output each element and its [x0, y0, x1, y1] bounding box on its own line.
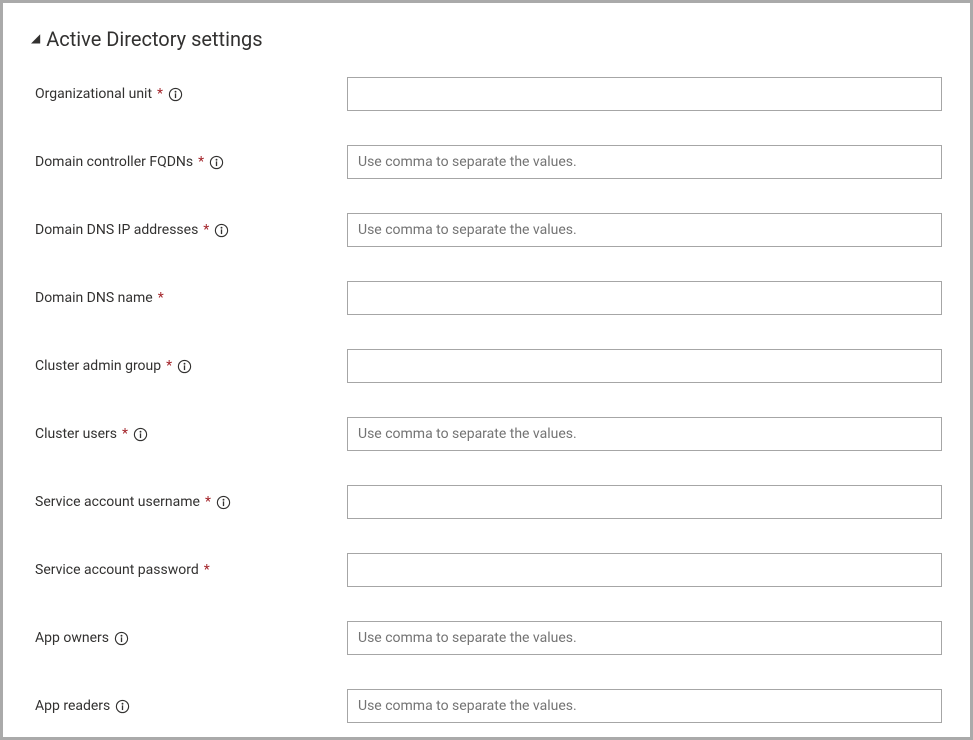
- app-owners-input[interactable]: [347, 621, 942, 655]
- info-icon[interactable]: [133, 427, 148, 442]
- cluster-admin-group-input[interactable]: [347, 349, 942, 383]
- required-mark: *: [205, 495, 211, 509]
- service-account-password-input[interactable]: [347, 553, 942, 587]
- required-mark: *: [198, 155, 204, 169]
- row-cluster-users: Cluster users *: [31, 417, 942, 451]
- label-area: Domain DNS name *: [35, 290, 347, 306]
- label-cluster-users: Cluster users: [35, 426, 117, 442]
- label-area: Service account password *: [35, 562, 347, 578]
- required-mark: *: [203, 223, 209, 237]
- label-organizational-unit: Organizational unit: [35, 86, 152, 102]
- required-mark: *: [166, 359, 172, 373]
- label-area: Domain DNS IP addresses *: [35, 222, 347, 238]
- row-domain-controller-fqdns: Domain controller FQDNs *: [31, 145, 942, 179]
- info-icon[interactable]: [168, 87, 183, 102]
- label-app-owners: App owners: [35, 630, 109, 646]
- domain-dns-name-input[interactable]: [347, 281, 942, 315]
- required-mark: *: [122, 427, 128, 441]
- row-service-account-password: Service account password *: [31, 553, 942, 587]
- section-title: Active Directory settings: [46, 27, 262, 51]
- info-icon[interactable]: [214, 223, 229, 238]
- service-account-username-input[interactable]: [347, 485, 942, 519]
- label-area: App owners: [35, 630, 347, 646]
- section-header[interactable]: ◢ Active Directory settings: [31, 27, 942, 51]
- required-mark: *: [158, 291, 164, 305]
- info-icon[interactable]: [216, 495, 231, 510]
- row-organizational-unit: Organizational unit *: [31, 77, 942, 111]
- label-area: App readers: [35, 698, 347, 714]
- domain-controller-fqdns-input[interactable]: [347, 145, 942, 179]
- domain-dns-ip-addresses-input[interactable]: [347, 213, 942, 247]
- label-domain-dns-name: Domain DNS name: [35, 290, 153, 306]
- required-mark: *: [204, 563, 210, 577]
- info-icon[interactable]: [177, 359, 192, 374]
- info-icon[interactable]: [209, 155, 224, 170]
- row-service-account-username: Service account username *: [31, 485, 942, 519]
- row-app-readers: App readers: [31, 689, 942, 723]
- label-area: Organizational unit *: [35, 86, 347, 102]
- required-mark: *: [157, 87, 163, 101]
- label-service-account-username: Service account username: [35, 494, 200, 510]
- row-app-owners: App owners: [31, 621, 942, 655]
- cluster-users-input[interactable]: [347, 417, 942, 451]
- row-cluster-admin-group: Cluster admin group *: [31, 349, 942, 383]
- collapse-icon: ◢: [31, 32, 40, 44]
- label-app-readers: App readers: [35, 698, 110, 714]
- organizational-unit-input[interactable]: [347, 77, 942, 111]
- app-readers-input[interactable]: [347, 689, 942, 723]
- label-service-account-password: Service account password: [35, 562, 199, 578]
- label-area: Service account username *: [35, 494, 347, 510]
- label-cluster-admin-group: Cluster admin group: [35, 358, 161, 374]
- info-icon[interactable]: [115, 699, 130, 714]
- row-domain-dns-ip-addresses: Domain DNS IP addresses *: [31, 213, 942, 247]
- label-area: Cluster admin group *: [35, 358, 347, 374]
- label-domain-dns-ip-addresses: Domain DNS IP addresses: [35, 222, 198, 238]
- label-area: Cluster users *: [35, 426, 347, 442]
- row-domain-dns-name: Domain DNS name *: [31, 281, 942, 315]
- info-icon[interactable]: [114, 631, 129, 646]
- label-area: Domain controller FQDNs *: [35, 154, 347, 170]
- label-domain-controller-fqdns: Domain controller FQDNs: [35, 154, 193, 170]
